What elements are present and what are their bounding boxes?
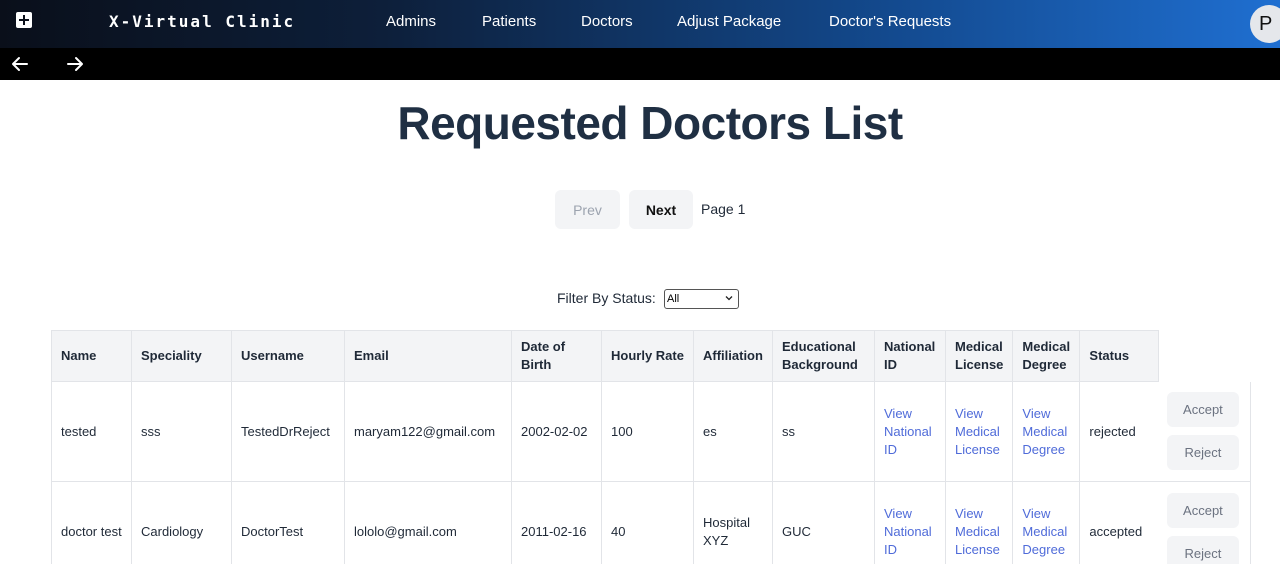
- cell-hourly-rate: 100: [601, 381, 694, 482]
- cell-status: rejected: [1079, 381, 1159, 482]
- col-dob: Date of Birth: [511, 330, 602, 382]
- view-medical-license-link[interactable]: View Medical License: [955, 406, 1000, 457]
- table-header-row: Name Speciality Username Email Date of B…: [51, 330, 1251, 382]
- cell-national-id: View National ID: [874, 481, 946, 564]
- col-status: Status: [1079, 330, 1160, 382]
- cell-name: tested: [51, 381, 132, 482]
- col-affiliation: Affiliation: [693, 330, 773, 382]
- cell-education: GUC: [772, 481, 875, 564]
- filter-selected-value: All: [667, 293, 680, 305]
- view-medical-degree-link[interactable]: View Medical Degree: [1022, 406, 1067, 457]
- prev-button[interactable]: Prev: [555, 190, 620, 229]
- reject-button[interactable]: Reject: [1166, 535, 1239, 564]
- cell-education: ss: [772, 381, 875, 482]
- col-speciality: Speciality: [131, 330, 232, 382]
- cell-status: accepted: [1079, 481, 1159, 564]
- page-title: Requested Doctors List: [397, 97, 903, 149]
- col-actions: [1158, 330, 1251, 382]
- col-email: Email: [344, 330, 512, 382]
- arrow-right-icon[interactable]: [63, 52, 87, 76]
- cell-username: TestedDrReject: [231, 381, 345, 482]
- cell-actions: Accept Reject: [1158, 481, 1252, 564]
- cell-email: lololo@gmail.com: [344, 481, 512, 564]
- cell-dob: 2011-02-16: [511, 481, 602, 564]
- cell-medical-degree: View Medical Degree: [1012, 481, 1080, 564]
- cell-medical-degree: View Medical Degree: [1012, 381, 1080, 482]
- col-national-id: National ID: [874, 330, 946, 382]
- history-bar: [0, 48, 1280, 80]
- table-row: tested sss TestedDrReject maryam122@gmai…: [51, 381, 1252, 482]
- table-row: doctor test Cardiology DoctorTest lololo…: [51, 481, 1252, 564]
- cell-email: maryam122@gmail.com: [344, 381, 512, 482]
- plus-square-icon[interactable]: [16, 12, 32, 28]
- nav-admins[interactable]: Admins: [386, 13, 436, 30]
- chevron-down-icon: [725, 296, 733, 301]
- cell-medical-license: View Medical License: [944, 481, 1013, 564]
- view-national-id-link[interactable]: View National ID: [884, 506, 932, 557]
- col-name: Name: [51, 330, 132, 382]
- cell-national-id: View National ID: [874, 381, 946, 482]
- col-hourly-rate: Hourly Rate: [601, 330, 694, 382]
- col-medical-degree: Medical Degree: [1012, 330, 1081, 382]
- requested-doctors-table: Name Speciality Username Email Date of B…: [51, 330, 1252, 564]
- avatar[interactable]: P: [1250, 5, 1280, 43]
- cell-speciality: sss: [131, 381, 232, 482]
- cell-affiliation: es: [693, 381, 773, 482]
- brand-title: X-Virtual Clinic: [109, 12, 296, 31]
- view-medical-degree-link[interactable]: View Medical Degree: [1022, 506, 1067, 557]
- col-education: Educational Background: [772, 330, 875, 382]
- status-filter-select[interactable]: All: [664, 289, 739, 309]
- page-indicator: Page 1: [701, 201, 746, 217]
- nav-doctors[interactable]: Doctors: [581, 13, 633, 30]
- reject-button[interactable]: Reject: [1166, 435, 1239, 471]
- arrow-left-icon[interactable]: [8, 52, 32, 76]
- cell-speciality: Cardiology: [131, 481, 232, 564]
- view-national-id-link[interactable]: View National ID: [884, 406, 932, 457]
- top-navbar: X-Virtual Clinic Admins Patients Doctors…: [0, 0, 1280, 48]
- cell-dob: 2002-02-02: [511, 381, 602, 482]
- accept-button[interactable]: Accept: [1166, 492, 1239, 528]
- col-username: Username: [231, 330, 345, 382]
- nav-patients[interactable]: Patients: [482, 13, 536, 30]
- next-button[interactable]: Next: [629, 190, 693, 229]
- cell-medical-license: View Medical License: [944, 381, 1013, 482]
- nav-adjust-package[interactable]: Adjust Package: [677, 13, 781, 30]
- filter-label: Filter By Status:: [557, 290, 656, 306]
- accept-button[interactable]: Accept: [1166, 392, 1239, 428]
- cell-affiliation: Hospital XYZ: [693, 481, 773, 564]
- nav-doctors-requests[interactable]: Doctor's Requests: [829, 13, 951, 30]
- cell-name: doctor test: [51, 481, 132, 564]
- cell-hourly-rate: 40: [601, 481, 694, 564]
- cell-username: DoctorTest: [231, 481, 345, 564]
- view-medical-license-link[interactable]: View Medical License: [955, 506, 1000, 557]
- col-medical-license: Medical License: [944, 330, 1014, 382]
- cell-actions: Accept Reject: [1158, 381, 1252, 482]
